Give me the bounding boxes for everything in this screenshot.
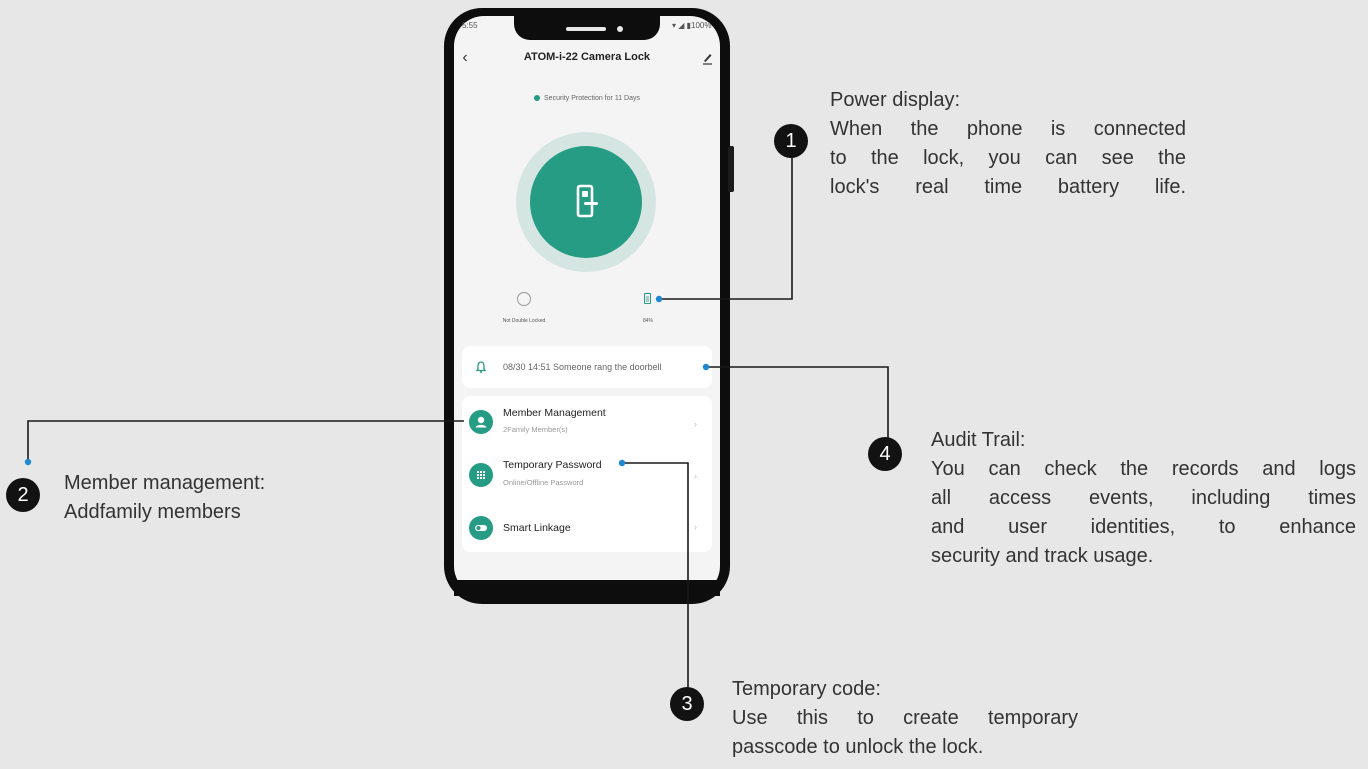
callout-dot-3: [618, 459, 626, 467]
callout-line-1: [660, 150, 793, 300]
callout-line: all access events, including times: [931, 487, 1356, 509]
callout-note-temporary-code: Temporary code: Use this to create tempo…: [732, 675, 1078, 762]
callout-dot-4: [702, 363, 710, 371]
callout-line-3: [623, 462, 689, 690]
callout-line: Use this to create temporary: [732, 707, 1078, 729]
callout-line-4: [706, 366, 889, 438]
callout-badge-1: 1: [774, 124, 808, 158]
callout-title: Member management:: [64, 472, 266, 494]
callout-dot-1: [655, 295, 663, 303]
callout-line-2: [27, 420, 464, 462]
callout-line: lock's real time battery life.: [830, 176, 1186, 198]
callout-note-audit-trail: Audit Trail: You can check the records a…: [931, 426, 1356, 571]
callout-note-member-management: Member management: Addfamily members: [64, 469, 364, 527]
callout-line: Addfamily members: [64, 501, 241, 523]
callout-dot-2: [24, 458, 32, 466]
callout-note-power-display: Power display: When the phone is connect…: [830, 86, 1186, 202]
callout-title: Audit Trail:: [931, 429, 1026, 451]
callout-line: You can check the records and logs: [931, 458, 1356, 480]
callout-badge-2: 2: [6, 478, 40, 512]
callout-line: to the lock, you can see the: [830, 147, 1186, 169]
callout-line: When the phone is connected: [830, 118, 1186, 140]
callout-badge-3: 3: [670, 687, 704, 721]
callout-line: passcode to unlock the lock.: [732, 736, 984, 758]
callout-title: Temporary code:: [732, 678, 881, 700]
callout-title: Power display:: [830, 89, 961, 111]
callout-line: security and track usage.: [931, 545, 1154, 567]
callout-badge-4: 4: [868, 437, 902, 471]
callout-line: and user identities, to enhance: [931, 516, 1356, 538]
